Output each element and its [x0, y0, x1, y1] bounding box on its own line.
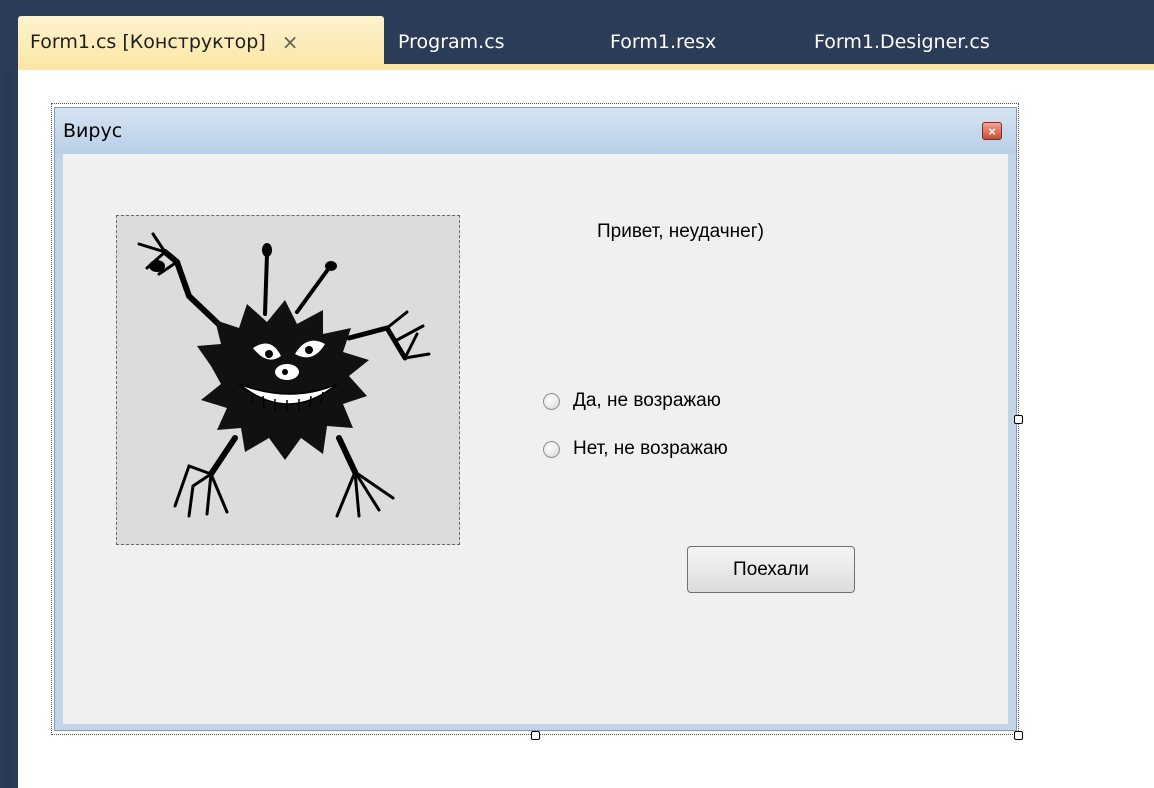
- tab-label: Form1.cs [Конструктор]: [30, 31, 266, 53]
- resize-handle-corner[interactable]: [1014, 731, 1023, 740]
- monster-icon: [137, 232, 431, 518]
- form-client-area[interactable]: Привет, неудачнег) Да, не возражаю Нет, …: [63, 154, 1008, 724]
- resize-handle-right[interactable]: [1014, 415, 1023, 424]
- radio-button[interactable]: [543, 440, 560, 458]
- close-tab-icon[interactable]: ×: [282, 30, 299, 54]
- tab-label: Program.cs: [398, 31, 505, 53]
- resize-handle-bottom[interactable]: [531, 731, 540, 740]
- tab-form1-resx[interactable]: Form1.resx: [610, 16, 716, 68]
- greeting-label: Привет, неудачнег): [597, 221, 764, 242]
- ide-left-margin: [0, 70, 18, 788]
- ide-left-strip: [4, 70, 12, 788]
- picture-box[interactable]: [116, 215, 460, 545]
- form-window[interactable]: Вирус × Привет, неудачнег) Да, не возраж…: [54, 107, 1017, 731]
- radio-button[interactable]: [543, 392, 560, 410]
- tab-form1-designer[interactable]: Form1.cs [Конструктор] ×: [18, 16, 384, 68]
- tab-program-cs[interactable]: Program.cs: [398, 16, 505, 68]
- go-button[interactable]: Поехали: [687, 546, 855, 593]
- tab-label: Form1.resx: [610, 31, 717, 53]
- document-tab-strip: Form1.cs [Конструктор] × Program.cs Form…: [0, 0, 1154, 70]
- radio-label: Нет, не возражаю: [573, 438, 728, 459]
- form-title: Вирус: [63, 120, 123, 142]
- tab-form1-designer-cs[interactable]: Form1.Designer.cs: [814, 16, 990, 68]
- radio-option-no[interactable]: Нет, не возражаю: [543, 438, 728, 460]
- radio-option-yes[interactable]: Да, не возражаю: [543, 390, 721, 412]
- tab-label: Form1.Designer.cs: [814, 31, 990, 53]
- close-icon[interactable]: ×: [982, 122, 1002, 140]
- form-title-bar[interactable]: Вирус ×: [55, 108, 1016, 154]
- radio-label: Да, не возражаю: [573, 390, 721, 411]
